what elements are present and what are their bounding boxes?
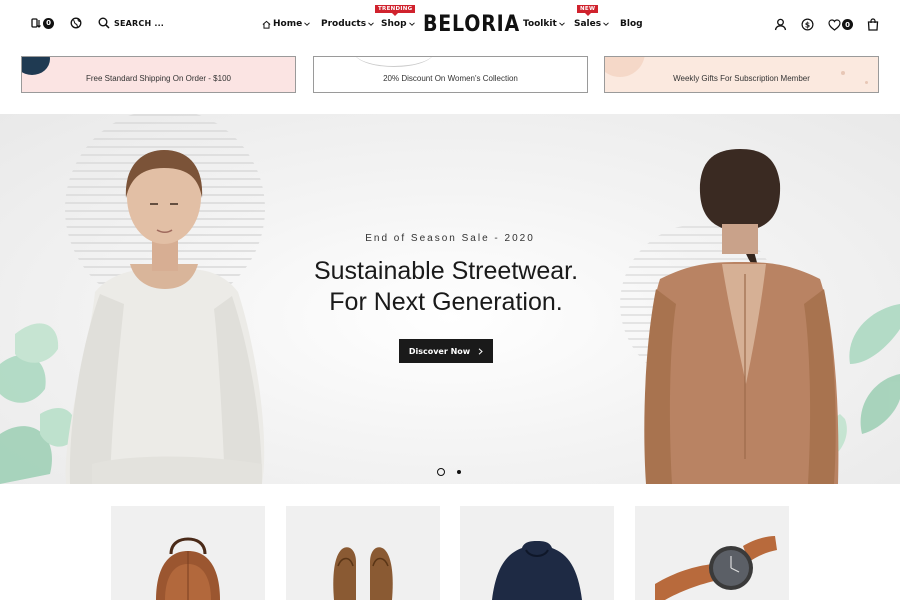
search-icon — [98, 17, 110, 29]
chevron-down-icon — [603, 22, 609, 26]
nav-products[interactable]: Products — [321, 19, 374, 29]
account-button[interactable] — [774, 18, 787, 31]
product-card-backpack[interactable] — [111, 506, 265, 600]
nav-toolkit-label: Toolkit — [523, 19, 557, 29]
search-placeholder: SEARCH ... — [114, 18, 165, 28]
compare-icon — [31, 18, 41, 28]
promo-banner-gifts[interactable]: Weekly Gifts For Subscription Member — [604, 56, 879, 93]
promo-decoration — [605, 57, 645, 77]
hero-eyebrow: End of Season Sale - 2020 — [365, 233, 535, 244]
header-right-tools: $ 0 — [760, 18, 879, 31]
nav-shop[interactable]: TRENDING Shop — [375, 5, 416, 29]
nav-products-label: Products — [321, 19, 367, 29]
chevron-down-icon — [304, 22, 311, 26]
promo-decoration — [22, 57, 50, 75]
hoodie-image — [492, 541, 582, 600]
promo-decoration-dot — [865, 81, 868, 84]
currency-button[interactable]: $ — [801, 18, 814, 31]
currency-icon: $ — [801, 18, 814, 31]
nav-sales-label: Sales — [574, 19, 602, 29]
search-input[interactable]: SEARCH ... — [98, 17, 164, 29]
wishlist-button[interactable]: 0 — [828, 18, 853, 31]
new-badge: NEW — [577, 5, 599, 16]
leaf-illustration-left — [0, 323, 76, 484]
promo-decoration-dot — [841, 71, 845, 75]
hero-title-line2: For Next Generation. — [329, 288, 563, 316]
promo-banner-discount[interactable]: 20% Discount On Women's Collection — [313, 56, 588, 93]
header-left-tools: 0 SEARCH ... — [30, 17, 164, 29]
watch-image — [655, 536, 777, 600]
wishlist-count-badge: 0 — [842, 19, 853, 30]
promo-text: Weekly Gifts For Subscription Member — [673, 74, 810, 83]
user-icon — [774, 18, 787, 31]
nav-toolkit[interactable]: Toolkit — [523, 19, 565, 29]
discover-now-button[interactable]: Discover Now — [399, 339, 493, 363]
slider-pagination — [437, 468, 461, 476]
product-card-shoes[interactable] — [286, 506, 440, 600]
cart-button[interactable] — [867, 18, 879, 31]
svg-text:$: $ — [805, 20, 810, 29]
cart-icon — [867, 18, 879, 31]
promo-decoration — [354, 57, 434, 67]
nav-sales[interactable]: NEW Sales — [574, 5, 609, 29]
hero-title-line1: Sustainable Streetwear. — [313, 257, 579, 285]
chevron-down-icon — [368, 22, 374, 26]
globe-icon — [70, 17, 82, 29]
backpack-image — [156, 537, 220, 600]
home-icon — [262, 20, 271, 29]
slide-dot-2[interactable] — [457, 470, 461, 474]
hero-slider: End of Season Sale - 2020 Sustainable St… — [0, 114, 900, 484]
heart-icon — [828, 18, 841, 31]
chevron-right-icon — [478, 347, 483, 355]
language-button[interactable] — [70, 17, 82, 29]
product-grid — [0, 506, 900, 600]
product-card-hoodie[interactable] — [460, 506, 614, 600]
nav-shop-label: Shop — [381, 19, 407, 29]
promo-banner-shipping[interactable]: Free Standard Shipping On Order - $100 — [21, 56, 296, 93]
chevron-down-icon — [558, 22, 565, 26]
slide-dot-1[interactable] — [437, 468, 445, 476]
trending-badge: TRENDING — [375, 5, 416, 16]
site-header: 0 SEARCH ... Home Products TRENDING Shop… — [0, 0, 900, 52]
promo-text: 20% Discount On Women's Collection — [383, 74, 518, 83]
nav-blog[interactable]: Blog — [620, 19, 643, 29]
shoes-image — [333, 547, 393, 600]
chevron-down-icon — [408, 22, 415, 26]
product-card-watch[interactable] — [635, 506, 789, 600]
compare-count-badge: 0 — [43, 17, 54, 29]
compare-button[interactable]: 0 — [30, 17, 54, 29]
nav-home[interactable]: Home — [262, 19, 311, 29]
site-logo[interactable]: BELORIA — [423, 11, 520, 36]
nav-home-label: Home — [273, 19, 303, 29]
discover-now-label: Discover Now — [408, 346, 471, 356]
nav-blog-label: Blog — [620, 19, 643, 29]
promo-text: Free Standard Shipping On Order - $100 — [86, 74, 231, 83]
